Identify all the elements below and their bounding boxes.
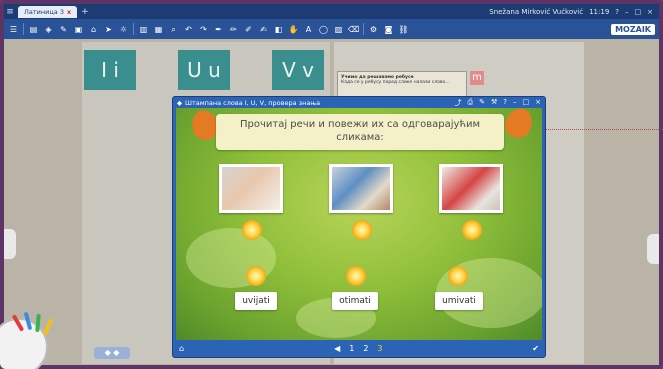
bulb-icon[interactable]: ☼ <box>118 24 129 35</box>
word-umivati[interactable]: umivati <box>435 292 483 310</box>
shapes-icon[interactable]: ◯ <box>318 24 329 35</box>
close-icon[interactable]: × <box>535 98 541 108</box>
close-icon[interactable]: × <box>647 8 653 16</box>
prev-page-button[interactable] <box>4 229 16 259</box>
minimize-icon[interactable]: – <box>625 8 629 16</box>
connector-dot-photo-3[interactable] <box>462 220 482 240</box>
hand-icon[interactable]: ✋ <box>288 24 299 35</box>
help-icon[interactable]: ? <box>615 8 619 16</box>
pen-icon[interactable]: ✒ <box>213 24 224 35</box>
prev-arrow-icon[interactable]: ◀ <box>334 344 340 353</box>
instruction-line-1: Прочитај речи и повежи их са одговарајућ… <box>239 119 480 130</box>
tab-bar: ≡ Латиница 3 x + Snežana Mirković Vućkov… <box>4 4 659 19</box>
connector-dot-word-1[interactable] <box>246 266 266 286</box>
photo-kids-pulling <box>329 164 393 213</box>
dialog-titlebar[interactable]: ◆ Штампана слова I, U, V, провера знања … <box>173 97 545 108</box>
tab-latinica-3[interactable]: Латиница 3 x <box>18 5 78 18</box>
zoom-icon[interactable]: ⌕ <box>168 24 179 35</box>
letter-card-v: V v <box>272 50 324 90</box>
hamburger-icon[interactable]: ≡ <box>4 7 16 17</box>
connector-dot-photo-1[interactable] <box>242 220 262 240</box>
layers-icon[interactable]: ◈ <box>43 24 54 35</box>
toolbar-divider <box>133 23 134 35</box>
trash-icon[interactable]: ⌫ <box>348 24 359 35</box>
link-icon[interactable]: ⛓ <box>398 24 409 35</box>
brush-icon[interactable]: ✍ <box>258 24 269 35</box>
redo-icon[interactable]: ↷ <box>198 24 209 35</box>
toolbar-divider <box>23 23 24 35</box>
photo-washing-face <box>219 164 283 213</box>
pointer-icon[interactable]: ➤ <box>103 24 114 35</box>
instruction-banner: Прочитај речи и повежи их са одговарајућ… <box>216 114 504 150</box>
instruction-line-2: сликама: <box>336 132 384 143</box>
autumn-leaf-right <box>500 108 538 143</box>
dialog-footer: ⌂ ◀ 1 2 3 ✔ <box>173 339 545 357</box>
app-icon: ◆ <box>177 98 182 107</box>
dialog-controls: ⤴ ⎙ ✎ ⚒ ? – □ × <box>455 98 541 108</box>
page-icon[interactable]: ▣ <box>73 24 84 35</box>
share-icon[interactable]: ⤴ <box>455 98 462 108</box>
new-tab-icon[interactable]: + <box>81 7 89 17</box>
photo-wrapping-gift <box>439 164 503 213</box>
minimize-icon[interactable]: – <box>513 98 517 108</box>
text-icon[interactable]: A <box>303 24 314 35</box>
edit-icon[interactable]: ✎ <box>479 98 485 108</box>
clock: 11:19 <box>589 7 610 16</box>
home-icon[interactable]: ⌂ <box>88 24 99 35</box>
letter-card-i: I i <box>84 50 136 90</box>
grid-icon[interactable]: ▦ <box>153 24 164 35</box>
toolbar-divider <box>363 23 364 35</box>
photo-image <box>222 167 280 210</box>
photo-image <box>332 167 390 210</box>
letter-card-u: U u <box>178 50 230 90</box>
mozaik-logo: MOZAIK <box>611 23 655 35</box>
next-page-button[interactable] <box>647 234 659 264</box>
eraser-icon[interactable]: ◧ <box>273 24 284 35</box>
rebus-text: Када се у ребусу поред слике налази слов… <box>341 80 450 85</box>
tabbar-right: Snežana Mirković Vućković 11:19 ? – □ × <box>489 8 659 16</box>
connector-dot-word-3[interactable] <box>448 266 468 286</box>
exercise-area: Прочитај речи и повежи их са одговарајућ… <box>176 108 542 340</box>
page-2[interactable]: 2 <box>363 344 368 353</box>
help-icon[interactable]: ? <box>503 98 507 108</box>
connector-dot-photo-2[interactable] <box>352 220 372 240</box>
dialog-title: Штампана слова I, U, V, провера знања <box>185 98 321 107</box>
print-icon[interactable]: ⎙ <box>468 98 474 108</box>
pagination: ◀ 1 2 3 <box>334 344 382 353</box>
book-icon[interactable]: ▥ <box>138 24 149 35</box>
maximize-icon[interactable]: □ <box>635 8 642 16</box>
home-icon[interactable]: ⌂ <box>179 344 184 353</box>
photo-image <box>442 167 500 210</box>
maximize-icon[interactable]: □ <box>523 98 530 108</box>
app-window: ≡ Латиница 3 x + Snežana Mirković Vućkov… <box>0 0 663 369</box>
user-name[interactable]: Snežana Mirković Vućković <box>489 8 583 16</box>
marker-icon[interactable]: ✏ <box>228 24 239 35</box>
main-toolbar: ☰ ▤ ◈ ✎ ▣ ⌂ ➤ ☼ ▥ ▦ ⌕ ↶ ↷ ✒ ✏ ✐ ✍ ◧ ✋ A … <box>4 19 659 39</box>
connector-dot-word-2[interactable] <box>346 266 366 286</box>
tab-label: Латиница 3 <box>24 7 64 16</box>
bookmark-icon[interactable]: ▤ <box>28 24 39 35</box>
exercise-dialog: ◆ Штампана слова I, U, V, провера знања … <box>172 96 546 358</box>
page-3-current[interactable]: 3 <box>377 344 382 353</box>
highlighter-icon[interactable]: ✐ <box>243 24 254 35</box>
undo-icon[interactable]: ↶ <box>183 24 194 35</box>
settings-icon[interactable]: ⚙ <box>368 24 379 35</box>
page-navigator[interactable]: ◆ ◆ <box>94 347 130 359</box>
word-uvijati[interactable]: uvijati <box>235 292 277 310</box>
tools-icon[interactable]: ✎ <box>58 24 69 35</box>
page-1[interactable]: 1 <box>349 344 354 353</box>
tab-close-icon[interactable]: x <box>67 8 71 16</box>
image-icon[interactable]: ▨ <box>333 24 344 35</box>
camera-icon[interactable]: ◙ <box>383 24 394 35</box>
tools-icon[interactable]: ⚒ <box>491 98 497 108</box>
menu-icon[interactable]: ☰ <box>8 24 19 35</box>
check-icon[interactable]: ✔ <box>532 344 539 353</box>
rebus-letter: m <box>470 71 484 85</box>
word-otimati[interactable]: otimati <box>332 292 378 310</box>
